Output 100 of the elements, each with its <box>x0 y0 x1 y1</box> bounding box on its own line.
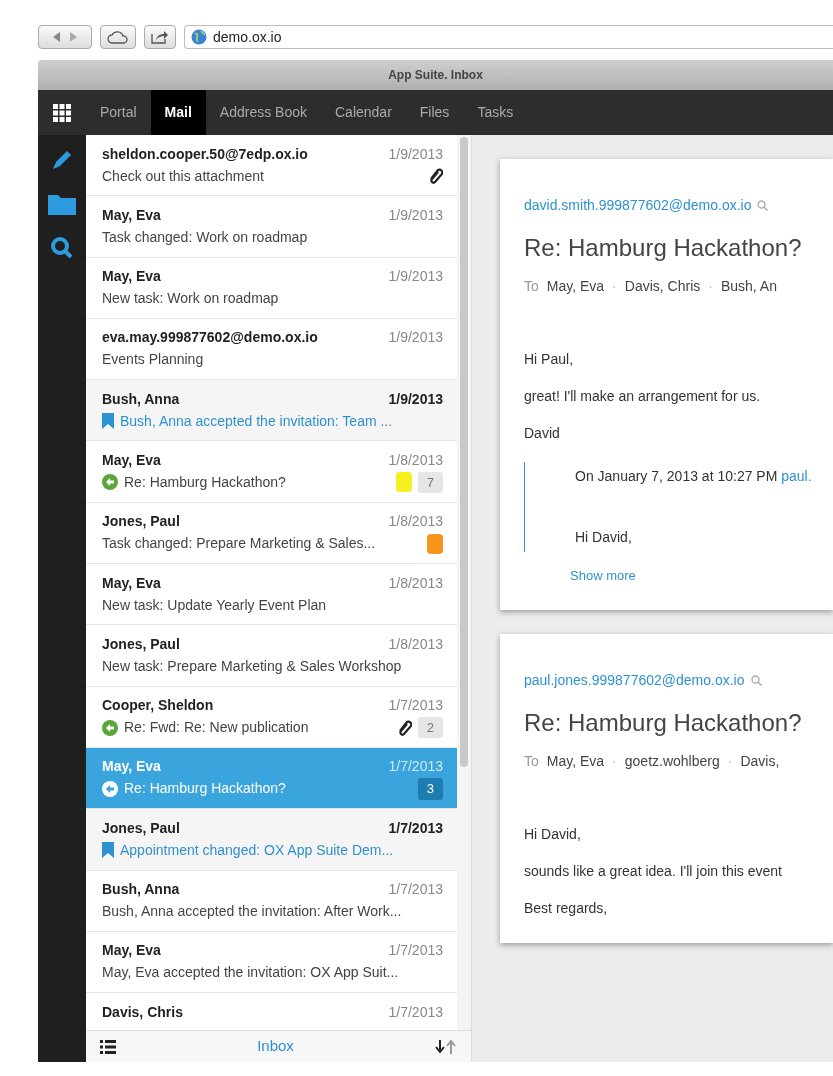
mail-subject: May, Eva accepted the invitation: OX App Suit... <box>102 963 400 983</box>
sender-name: sheldon.cooper.50@7edp.ox.io <box>102 144 309 164</box>
mail-date: 1/7/2013 <box>388 1002 443 1022</box>
mail-subject: Task changed: Prepare Marketing & Sales... <box>102 534 377 554</box>
body-text: sounds like a great idea. I'll join this event <box>524 862 783 881</box>
bookmark-icon <box>102 413 114 430</box>
sender-name: eva.may.999877602@demo.ox.io <box>102 328 319 348</box>
sender-name: May, Eva <box>102 757 162 777</box>
list-icon[interactable] <box>100 1039 116 1054</box>
folder-name: Inbox <box>257 1036 294 1057</box>
globe-icon <box>191 29 207 45</box>
mail-date: 1/7/2013 <box>388 880 443 900</box>
recipient-name[interactable]: May, Eva <box>546 276 605 297</box>
quote-text: Hi David, <box>575 528 633 547</box>
mail-subject: Check out this attachment <box>102 166 265 186</box>
app-tab[interactable]: Mail <box>150 90 206 135</box>
mail-item[interactable]: Jones, Paul 1/7/2013 Appointment changed: OX App Suite Dem... <box>86 809 457 871</box>
share-button[interactable] <box>144 25 176 49</box>
sender-name: May, Eva <box>102 205 162 225</box>
mail-subject: New task: Prepare Marketing & Sales Workshop <box>102 656 403 676</box>
mail-subject: New task: Update Yearly Event Plan <box>102 595 328 615</box>
scrollbar[interactable] <box>457 135 471 1030</box>
url-text: demo.ox.io <box>213 27 282 47</box>
app-grid-icon[interactable] <box>53 103 71 122</box>
mail-date: 1/7/2013 <box>388 818 443 838</box>
body-text: great! I'll make an arrangement for us. <box>524 387 762 406</box>
cloud-button[interactable] <box>100 25 136 49</box>
mail-subject: Task changed: Work on roadmap <box>102 227 309 247</box>
body-text: Best regards, <box>524 899 609 918</box>
separator-dot: · <box>708 277 713 296</box>
address-bar[interactable]: demo.ox.io <box>184 25 833 49</box>
mail-subject: Events Planning <box>102 350 205 370</box>
body-text: David <box>524 424 561 443</box>
app-tab[interactable]: Files <box>405 90 464 135</box>
mail-subject: Bush, Anna accepted the invitation: After Work... <box>102 902 403 922</box>
sender-name: May, Eva <box>102 267 162 287</box>
sender-address[interactable]: david.smith.999877602@demo.ox.io <box>524 195 752 216</box>
app-tab[interactable]: Calendar <box>321 90 406 135</box>
show-more-link[interactable]: Show more <box>524 566 636 586</box>
bookmark-icon <box>102 842 114 859</box>
sender-name: Jones, Paul <box>102 634 181 654</box>
sender-name: Bush, Anna <box>102 389 181 409</box>
cloud-icon <box>107 30 129 44</box>
body-text: Hi David, <box>524 825 582 844</box>
quote-intro: On January 7, 2013 at 10:27 PM paul. <box>575 467 813 486</box>
mail-date: 1/7/2013 <box>388 696 443 716</box>
app-tab[interactable]: Tasks <box>463 90 528 135</box>
sender-name: Jones, Paul <box>102 818 181 838</box>
sort-arrows-icon[interactable] <box>435 1039 457 1054</box>
sender-name: May, Eva <box>102 451 162 470</box>
mail-subject: Appointment changed: OX App Suite Dem... <box>120 840 395 860</box>
app-tab[interactable]: Portal <box>86 90 151 135</box>
mail-date: 1/8/2013 <box>388 573 443 593</box>
mail-subject: Re: Hamburg Hackathon? <box>124 779 287 799</box>
mail-date: 1/9/2013 <box>388 205 443 225</box>
mail-date: 1/8/2013 <box>388 634 443 654</box>
mail-subject: Re: Fwd: Re: New publication <box>124 718 310 738</box>
recipient-name[interactable]: Davis, Chris <box>624 276 701 297</box>
mail-subject: Bush, Anna accepted the invitation: Team ... <box>120 411 394 431</box>
mail-date: 1/7/2013 <box>388 757 443 777</box>
recipient-name[interactable]: Bush, An <box>720 276 777 297</box>
separator-dot: · <box>727 752 733 771</box>
mail-date: 1/8/2013 <box>388 451 443 470</box>
mail-item[interactable]: May, Eva 1/7/2013 Re: Hamburg Hackathon? 3 <box>86 747 457 810</box>
mail-subject: New task: Work on roadmap <box>102 289 280 309</box>
mail-item[interactable]: Bush, Anna 1/9/2013 Bush, Anna accepted the invitation: Team ... <box>86 380 457 442</box>
window-title: App Suite. Inbox <box>388 67 483 84</box>
search-icon[interactable] <box>51 237 73 259</box>
pencil-icon[interactable] <box>51 149 73 171</box>
separator-dot: · <box>612 277 617 296</box>
back-icon[interactable] <box>52 32 62 42</box>
thread-count: 7 <box>417 471 443 494</box>
mail-date: 1/9/2013 <box>388 328 443 348</box>
message-subject: Re: Hamburg Hackathon? <box>524 233 803 263</box>
body-text: Hi Paul, <box>524 350 575 369</box>
recipient-name[interactable]: May, Eva <box>546 751 605 772</box>
thread-count: 2 <box>417 716 443 739</box>
separator-dot: · <box>612 752 617 771</box>
recipient-name[interactable]: Davis, <box>740 751 780 772</box>
sender-link[interactable]: paul. <box>781 468 812 484</box>
mail-date: 1/9/2013 <box>388 389 443 409</box>
mail-date: 1/9/2013 <box>388 267 443 287</box>
mail-subject: Re: Hamburg Hackathon? <box>124 473 287 492</box>
sender-name: Bush, Anna <box>102 880 181 900</box>
app-tab[interactable]: Address Book <box>205 90 321 135</box>
to-label: To <box>524 752 539 771</box>
mail-date: 1/7/2013 <box>388 941 443 961</box>
share-icon <box>151 30 169 44</box>
mail-date: 1/9/2013 <box>388 144 443 164</box>
sender-name: Jones, Paul <box>102 512 181 532</box>
back-forward-buttons[interactable] <box>38 25 92 49</box>
sender-address[interactable]: paul.jones.999877602@demo.ox.io <box>524 670 745 691</box>
folder-icon[interactable] <box>48 193 76 215</box>
to-label: To <box>524 277 539 296</box>
message-subject: Re: Hamburg Hackathon? <box>524 708 803 738</box>
recipient-name[interactable]: goetz.wohlberg <box>624 751 720 772</box>
sender-name: Davis, Chris <box>102 1002 184 1022</box>
sender-name: Cooper, Sheldon <box>102 696 215 716</box>
mail-date: 1/8/2013 <box>388 512 443 532</box>
thread-count: 3 <box>417 778 443 800</box>
